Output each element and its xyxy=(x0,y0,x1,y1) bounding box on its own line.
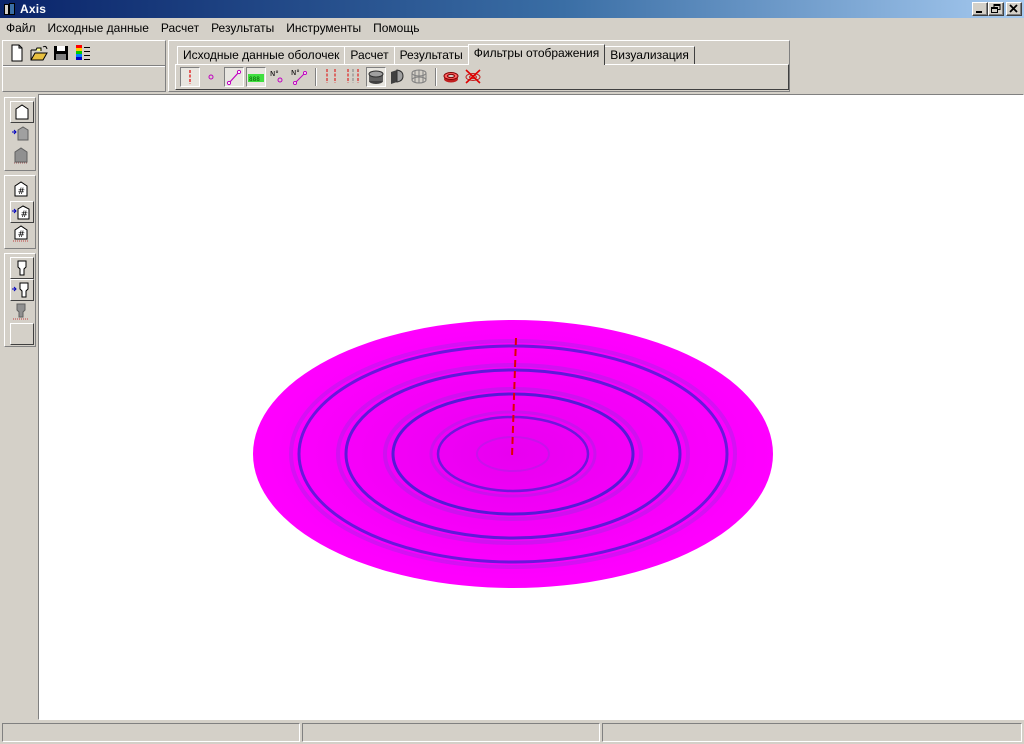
axis-line-icon[interactable] xyxy=(180,67,200,87)
mesh-fixed-icon[interactable]: # xyxy=(10,223,34,245)
close-icon xyxy=(1009,4,1018,13)
tool-separator xyxy=(435,68,437,86)
status-panel-3 xyxy=(602,723,1022,742)
restore-icon xyxy=(991,4,1001,13)
shell-import-icon[interactable] xyxy=(10,123,34,145)
support-outline-icon[interactable] xyxy=(10,257,34,279)
filters-panel: 888 N° N° xyxy=(175,64,789,90)
menu-input-data[interactable]: Исходные данные xyxy=(42,18,155,38)
svg-text:N°: N° xyxy=(270,70,279,78)
axis-lines-single-icon[interactable] xyxy=(322,67,342,87)
app-icon[interactable] xyxy=(3,2,17,16)
empty-slot-button[interactable] xyxy=(10,323,34,345)
title-bar: Axis xyxy=(0,0,1024,18)
shell-outline-icon[interactable] xyxy=(10,101,34,123)
shell-filled-icon[interactable] xyxy=(10,145,34,167)
shell-plate-view xyxy=(253,320,773,588)
menu-bar: Файл Исходные данные Расчет Результаты И… xyxy=(0,18,1024,38)
open-folder-icon[interactable] xyxy=(29,43,49,63)
menu-file[interactable]: Файл xyxy=(0,18,42,38)
svg-text:#: # xyxy=(18,187,26,197)
ring-icon[interactable] xyxy=(442,67,462,87)
tab-strip: Исходные данные оболочек Расчет Результа… xyxy=(177,44,695,65)
svg-text:888: 888 xyxy=(249,76,260,83)
axis-lines-double-icon[interactable] xyxy=(344,67,364,87)
tab-shell-input[interactable]: Исходные данные оболочек xyxy=(177,46,346,65)
tab-results[interactable]: Результаты xyxy=(393,46,469,65)
support-tools-group xyxy=(4,253,36,347)
menu-help[interactable]: Помощь xyxy=(367,18,425,38)
filter-tools: 888 N° N° xyxy=(180,67,484,87)
nodes-icon[interactable] xyxy=(202,67,222,87)
support-import-icon[interactable] xyxy=(10,279,34,301)
file-toolbar xyxy=(2,40,166,92)
shell-tools-group xyxy=(4,97,36,171)
tab-display-filters[interactable]: Фильтры отображения xyxy=(467,44,606,65)
mesh-import-icon[interactable]: # xyxy=(10,201,34,223)
tab-toolbar: Исходные данные оболочек Расчет Результа… xyxy=(168,40,790,92)
elements-icon[interactable] xyxy=(224,67,244,87)
toolbar-divider xyxy=(3,65,165,67)
save-disk-icon[interactable] xyxy=(51,43,71,63)
svg-text:#: # xyxy=(18,230,26,240)
minimize-icon xyxy=(976,11,982,13)
visualization-canvas[interactable] xyxy=(38,94,1024,720)
mesh-numbers-icon[interactable]: 888 xyxy=(246,67,266,87)
window-title: Axis xyxy=(20,2,47,16)
minimize-button[interactable] xyxy=(972,2,988,16)
restore-button[interactable] xyxy=(988,2,1004,16)
menu-tools[interactable]: Инструменты xyxy=(280,18,367,38)
tab-visualization[interactable]: Визуализация xyxy=(604,46,695,65)
window-controls xyxy=(972,2,1022,16)
ring-disabled-icon[interactable] xyxy=(464,67,484,87)
status-panel-2 xyxy=(302,723,600,742)
support-solid-icon[interactable] xyxy=(10,301,34,323)
svg-text:N°: N° xyxy=(291,69,300,77)
node-numbers-icon[interactable]: N° xyxy=(268,67,288,87)
status-panel-1 xyxy=(2,723,300,742)
svg-text:#: # xyxy=(21,210,29,220)
tool-separator xyxy=(315,68,317,86)
close-button[interactable] xyxy=(1006,2,1022,16)
color-palette-icon[interactable] xyxy=(73,43,93,63)
shell-section-icon[interactable] xyxy=(388,67,408,87)
new-document-icon[interactable] xyxy=(7,43,27,63)
mesh-tools-group: # # # xyxy=(4,175,36,249)
shell-wire-icon[interactable] xyxy=(410,67,430,87)
menu-calculation[interactable]: Расчет xyxy=(155,18,205,38)
shell-solid-icon[interactable] xyxy=(366,67,386,87)
status-bar xyxy=(0,722,1024,744)
menu-results[interactable]: Результаты xyxy=(205,18,280,38)
tab-calculation[interactable]: Расчет xyxy=(344,46,395,65)
element-numbers-icon[interactable]: N° xyxy=(290,67,310,87)
sidebar-toolbar: # # # xyxy=(2,95,38,719)
mesh-shell-icon[interactable]: # xyxy=(10,179,34,201)
